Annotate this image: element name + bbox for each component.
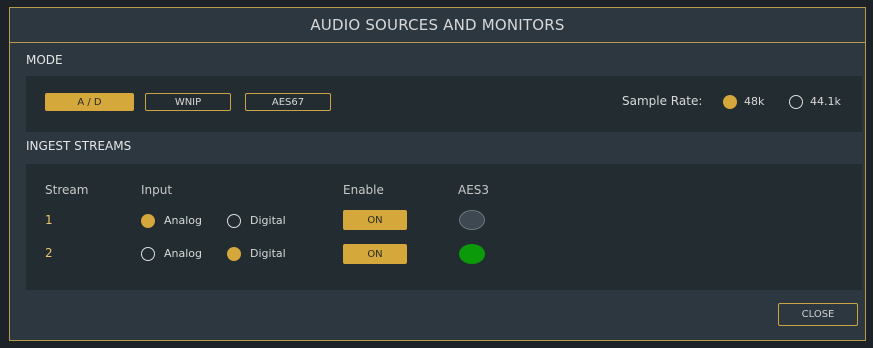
mode-panel: A / D WNIP AES67 Sample Rate: 48k 44.1k: [26, 76, 862, 132]
stream-1-number: 1: [45, 213, 53, 227]
mode-ad-button[interactable]: A / D: [45, 93, 134, 111]
dialog-title: AUDIO SOURCES AND MONITORS: [10, 8, 865, 43]
stream-1-enable-toggle[interactable]: ON: [343, 210, 407, 230]
stream-1-analog-label: Analog: [164, 214, 203, 227]
stream-2-enable-toggle[interactable]: ON: [343, 244, 407, 264]
sample-rate-48k-label: 48k: [744, 95, 765, 108]
mode-aes67-button[interactable]: AES67: [245, 93, 331, 111]
enable-column-header: Enable: [343, 183, 384, 197]
audio-sources-dialog: AUDIO SOURCES AND MONITORS MODE A / D WN…: [9, 7, 866, 341]
close-button[interactable]: CLOSE: [778, 303, 858, 326]
stream-2-digital-radio[interactable]: [227, 247, 241, 261]
stream-2-number: 2: [45, 246, 53, 260]
mode-wnip-button[interactable]: WNIP: [145, 93, 231, 111]
stream-column-header: Stream: [45, 183, 89, 197]
sample-rate-44k-radio[interactable]: [789, 95, 803, 109]
stream-2-analog-radio[interactable]: [141, 247, 155, 261]
stream-1-digital-radio[interactable]: [227, 214, 241, 228]
ingest-section-label: INGEST STREAMS: [26, 139, 132, 153]
input-column-header: Input: [141, 183, 173, 197]
ingest-panel: Stream Input Enable AES3 1 Analog Digita…: [26, 164, 862, 290]
stream-1-analog-radio[interactable]: [141, 214, 155, 228]
stream-2-aes3-indicator: [459, 244, 485, 264]
stream-1-digital-label: Digital: [250, 214, 286, 227]
sample-rate-48k-radio[interactable]: [723, 95, 737, 109]
sample-rate-44k-label: 44.1k: [810, 95, 841, 108]
sample-rate-label: Sample Rate:: [622, 94, 703, 108]
stream-2-digital-label: Digital: [250, 247, 286, 260]
aes3-column-header: AES3: [458, 183, 490, 197]
stream-2-analog-label: Analog: [164, 247, 203, 260]
mode-section-label: MODE: [26, 53, 63, 67]
stream-1-aes3-indicator: [459, 210, 485, 230]
